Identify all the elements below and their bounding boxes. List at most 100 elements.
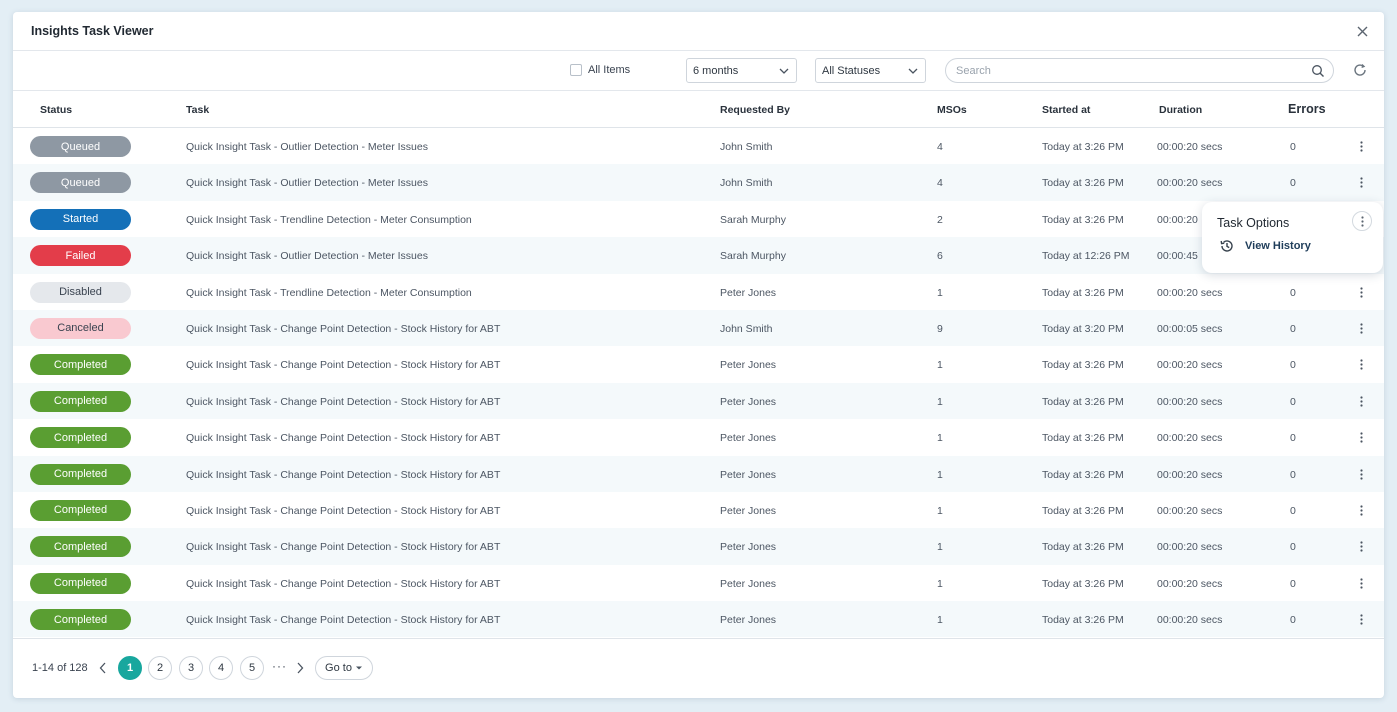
task-cell: Quick Insight Task - Outlier Detection -… [186, 250, 428, 262]
page-button-3[interactable]: 3 [179, 656, 203, 680]
kebab-icon[interactable] [1356, 139, 1366, 154]
requested-by-cell: John Smith [720, 141, 773, 153]
duration-cell: 00:00:05 secs [1157, 323, 1222, 335]
column-header-task[interactable]: Task [186, 104, 209, 116]
page-button-2[interactable]: 2 [148, 656, 172, 680]
search-icon[interactable] [1311, 64, 1325, 78]
all-items-checkbox[interactable]: All Items [570, 64, 630, 76]
kebab-icon[interactable] [1356, 539, 1366, 554]
table-row[interactable]: Completed Quick Insight Task - Change Poi… [13, 419, 1384, 455]
table-row[interactable]: FailedQuick Insight Task - Outlier Detec… [13, 237, 1384, 273]
task-cell: Quick Insight Task - Change Point Detect… [186, 578, 500, 590]
table-row[interactable]: CompletedQuick Insight Task - Change Poi… [13, 456, 1384, 492]
page-button-4[interactable]: 4 [209, 656, 233, 680]
column-header-errors[interactable]: Errors [1288, 102, 1326, 116]
kebab-icon[interactable] [1356, 576, 1366, 591]
column-header-duration[interactable]: Duration [1159, 104, 1202, 116]
task-options-title: Task Options [1217, 216, 1289, 230]
view-history-label: View History [1245, 240, 1311, 252]
checkbox-box[interactable] [570, 64, 582, 76]
page-button-5[interactable]: 5 [240, 656, 264, 680]
kebab-icon[interactable] [1356, 394, 1366, 409]
kebab-icon[interactable] [1356, 430, 1366, 445]
kebab-icon[interactable] [1356, 175, 1366, 190]
started-at-cell: Today at 3:26 PM [1042, 541, 1124, 553]
table-row[interactable]: CompletedQuick Insight Task - Change Poi… [13, 601, 1384, 637]
msos-cell: 1 [937, 541, 943, 553]
started-at-cell: Today at 3:26 PM [1042, 469, 1124, 481]
kebab-icon[interactable] [1356, 321, 1366, 336]
task-cell: Quick Insight Task - Change Point Detect… [186, 469, 500, 481]
task-cell: Quick Insight Task - Change Point Detect… [186, 541, 500, 553]
started-at-cell: Today at 3:26 PM [1042, 505, 1124, 517]
started-at-cell: Today at 3:26 PM [1042, 214, 1124, 226]
requested-by-cell: Peter Jones [720, 578, 776, 590]
period-select[interactable]: 6 months [686, 58, 797, 83]
requested-by-cell: Peter Jones [720, 469, 776, 481]
page-button-1[interactable]: 1 [118, 656, 142, 680]
kebab-icon[interactable] [1356, 357, 1366, 372]
msos-cell: 1 [937, 396, 943, 408]
msos-cell: 1 [937, 432, 943, 444]
status-badge: Queued [30, 136, 131, 157]
table-row[interactable]: StartedQuick Insight Task - Trendline De… [13, 201, 1384, 237]
started-at-cell: Today at 3:26 PM [1042, 141, 1124, 153]
msos-cell: 1 [937, 359, 943, 371]
status-badge: Completed [30, 427, 131, 448]
pagination-ellipsis[interactable]: ··· [272, 659, 287, 673]
msos-cell: 4 [937, 177, 943, 189]
requested-by-cell: Peter Jones [720, 505, 776, 517]
kebab-icon[interactable] [1352, 211, 1372, 231]
search-box [945, 58, 1334, 83]
task-cell: Quick Insight Task - Trendline Detection… [186, 287, 472, 299]
started-at-cell: Today at 3:26 PM [1042, 396, 1124, 408]
errors-cell: 0 [1290, 505, 1296, 517]
all-items-label: All Items [588, 64, 630, 76]
duration-cell: 00:00:20 secs [1157, 505, 1222, 517]
history-icon [1219, 238, 1235, 254]
duration-cell: 00:00:20 secs [1157, 359, 1222, 371]
table-row[interactable]: CanceledQuick Insight Task - Change Poin… [13, 310, 1384, 346]
search-input[interactable] [956, 65, 1296, 77]
errors-cell: 0 [1290, 287, 1296, 299]
kebab-icon[interactable] [1356, 467, 1366, 482]
status-badge: Disabled [30, 282, 131, 303]
requested-by-cell: Peter Jones [720, 359, 776, 371]
msos-cell: 6 [937, 250, 943, 262]
table-row[interactable]: CompletedQuick Insight Task - Change Poi… [13, 383, 1384, 419]
close-icon[interactable] [1354, 23, 1370, 39]
table-row[interactable]: QueuedQuick Insight Task - Outlier Detec… [13, 128, 1384, 164]
requested-by-cell: Peter Jones [720, 614, 776, 626]
errors-cell: 0 [1290, 541, 1296, 553]
column-header-started-at[interactable]: Started at [1042, 104, 1090, 116]
chevron-right-icon[interactable] [294, 661, 306, 675]
table-row[interactable]: CompletedQuick Insight Task - Change Poi… [13, 565, 1384, 601]
task-cell: Quick Insight Task - Change Point Detect… [186, 432, 500, 444]
column-header-msos[interactable]: MSOs [937, 104, 967, 116]
kebab-icon[interactable] [1356, 285, 1366, 300]
go-to-button[interactable]: Go to [315, 656, 373, 680]
table-row[interactable]: QueuedQuick Insight Task - Outlier Detec… [13, 164, 1384, 200]
errors-cell: 0 [1290, 359, 1296, 371]
view-history-menu-item[interactable]: View History [1219, 238, 1311, 254]
status-badge: Started [30, 209, 131, 230]
table-row[interactable]: CompletedQuick Insight Task - Change Poi… [13, 492, 1384, 528]
kebab-icon[interactable] [1356, 612, 1366, 627]
table-row[interactable]: CompletedQuick Insight Task - Change Poi… [13, 528, 1384, 564]
refresh-icon[interactable] [1352, 62, 1368, 78]
status-filter-select[interactable]: All Statuses [815, 58, 926, 83]
column-header-requested-by[interactable]: Requested By [720, 104, 790, 116]
table-row[interactable]: CompletedQuick Insight Task - Change Poi… [13, 346, 1384, 382]
pagination-range: 1-14 of 128 [32, 662, 88, 674]
column-header-status[interactable]: Status [40, 104, 72, 116]
kebab-icon[interactable] [1356, 503, 1366, 518]
caret-down-icon [355, 665, 363, 671]
msos-cell: 1 [937, 505, 943, 517]
duration-cell: 00:00:20 secs [1157, 578, 1222, 590]
msos-cell: 4 [937, 141, 943, 153]
errors-cell: 0 [1290, 432, 1296, 444]
msos-cell: 1 [937, 287, 943, 299]
table-row[interactable]: Disabled Quick Insight Task - Trendline D… [13, 274, 1384, 310]
status-badge: Queued [30, 172, 131, 193]
chevron-left-icon[interactable] [97, 661, 109, 675]
